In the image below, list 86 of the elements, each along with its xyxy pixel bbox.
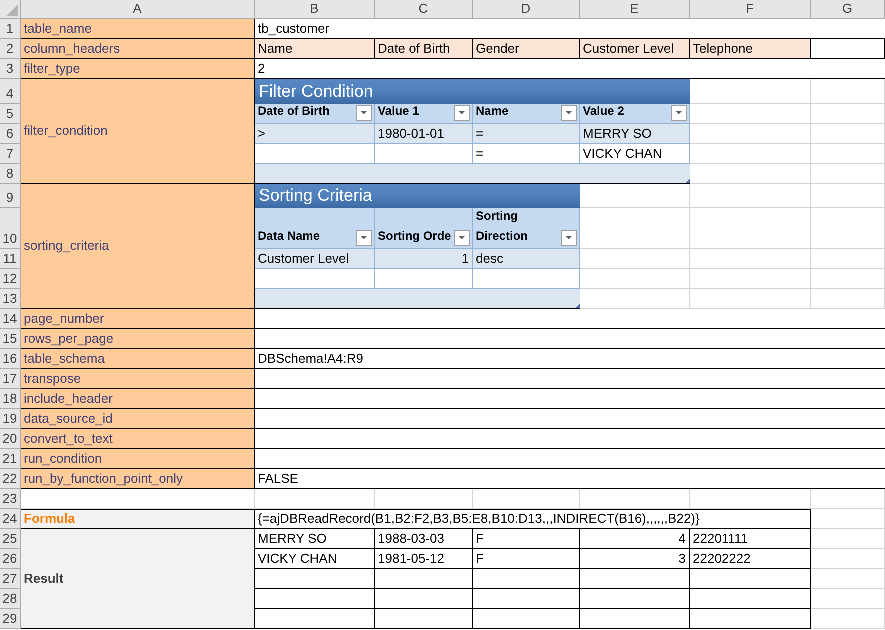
table-header[interactable]: Data Name xyxy=(255,208,375,249)
table-cell: desc xyxy=(473,249,580,269)
parameter-label: column_headers xyxy=(21,39,255,59)
row-header[interactable]: 7 xyxy=(0,144,21,164)
parameter-label: table_name xyxy=(21,19,255,39)
row-header[interactable]: 6 xyxy=(0,124,21,144)
row-header[interactable]: 23 xyxy=(0,489,21,509)
table-cell: MERRY SO xyxy=(580,124,690,144)
table-header[interactable]: Value 1 xyxy=(375,104,473,124)
table-header[interactable]: Sorting Orde xyxy=(375,208,473,249)
result-cell: VICKY CHAN xyxy=(255,549,375,569)
parameter-label: transpose xyxy=(21,369,255,389)
row-header[interactable]: 19 xyxy=(0,409,21,429)
column-name-cell: Gender xyxy=(473,39,580,59)
table-cell: = xyxy=(473,144,580,164)
result-label: Result xyxy=(21,529,255,629)
row-header[interactable]: 20 xyxy=(0,429,21,449)
parameter-label: page_number xyxy=(21,309,255,329)
result-cell: 1981-05-12 xyxy=(375,549,473,569)
column-name-cell: Date of Birth xyxy=(375,39,473,59)
table-title: Filter Condition xyxy=(255,79,690,104)
row-header[interactable]: 12 xyxy=(0,269,21,289)
row-header[interactable]: 24 xyxy=(0,509,21,529)
row-header[interactable]: 13 xyxy=(0,289,21,309)
row-header[interactable]: 5 xyxy=(0,104,21,124)
parameter-label: sorting_criteria xyxy=(21,184,255,309)
row-header[interactable]: 8 xyxy=(0,164,21,184)
column-header[interactable]: B xyxy=(255,0,375,19)
result-cell: F xyxy=(473,549,580,569)
table-cell: 1980-01-01 xyxy=(375,124,473,144)
row-header[interactable]: 26 xyxy=(0,549,21,569)
parameter-label: convert_to_text xyxy=(21,429,255,449)
table-cell: = xyxy=(473,124,580,144)
result-cell: 3 xyxy=(580,549,690,569)
column-header[interactable]: G xyxy=(811,0,885,19)
column-name-cell: Name xyxy=(255,39,375,59)
column-header[interactable]: F xyxy=(690,0,811,19)
result-cell: 1988-03-03 xyxy=(375,529,473,549)
row-header[interactable]: 16 xyxy=(0,349,21,369)
column-name-cell: Customer Level xyxy=(580,39,690,59)
row-header[interactable]: 25 xyxy=(0,529,21,549)
row-header[interactable]: 17 xyxy=(0,369,21,389)
row-header[interactable]: 11 xyxy=(0,249,21,269)
column-header[interactable]: E xyxy=(580,0,690,19)
result-cell: F xyxy=(473,529,580,549)
row-header[interactable]: 1 xyxy=(0,19,21,39)
parameter-label: table_schema xyxy=(21,349,255,369)
table-cell: Customer Level xyxy=(255,249,375,269)
result-cell: 4 xyxy=(580,529,690,549)
row-header[interactable]: 4 xyxy=(0,79,21,104)
table-cell: 1 xyxy=(375,249,473,269)
table-cell: > xyxy=(255,124,375,144)
row-header[interactable]: 18 xyxy=(0,389,21,409)
row-header[interactable]: 29 xyxy=(0,609,21,629)
parameter-label: include_header xyxy=(21,389,255,409)
row-header[interactable]: 10 xyxy=(0,208,21,249)
result-cell: 22201111 xyxy=(690,529,811,549)
column-header[interactable]: A xyxy=(21,0,255,19)
parameter-label: run_by_function_point_only xyxy=(21,469,255,489)
row-header[interactable]: 15 xyxy=(0,329,21,349)
row-header[interactable]: 3 xyxy=(0,59,21,79)
parameter-label: rows_per_page xyxy=(21,329,255,349)
column-header[interactable]: C xyxy=(375,0,473,19)
table-header[interactable]: Sorting Direction xyxy=(473,208,580,249)
column-header[interactable]: D xyxy=(473,0,580,19)
table-header[interactable]: Name xyxy=(473,104,580,124)
row-header[interactable]: 9 xyxy=(0,184,21,208)
row-header[interactable]: 27 xyxy=(0,569,21,589)
column-name-cell: Telephone xyxy=(690,39,811,59)
row-header[interactable]: 2 xyxy=(0,39,21,59)
parameter-label: filter_condition xyxy=(21,79,255,184)
table-header[interactable]: Date of Birth xyxy=(255,104,375,124)
parameter-label: run_condition xyxy=(21,449,255,469)
parameter-label: filter_type xyxy=(21,59,255,79)
result-cell: 22202222 xyxy=(690,549,811,569)
row-header[interactable]: 28 xyxy=(0,589,21,609)
row-header[interactable]: 22 xyxy=(0,469,21,489)
table-cell: VICKY CHAN xyxy=(580,144,690,164)
row-header[interactable]: 14 xyxy=(0,309,21,329)
formula-label: Formula xyxy=(21,509,255,529)
result-cell: MERRY SO xyxy=(255,529,375,549)
table-header[interactable]: Value 2 xyxy=(580,104,690,124)
formula-text: {=ajDBReadRecord(B1,B2:F2,B3,B5:E8,B10:D13,,,INDIRECT(B16),,,,,,B22)} xyxy=(255,509,811,529)
parameter-label: data_source_id xyxy=(21,409,255,429)
row-header[interactable]: 21 xyxy=(0,449,21,469)
table-title: Sorting Criteria xyxy=(255,184,580,208)
